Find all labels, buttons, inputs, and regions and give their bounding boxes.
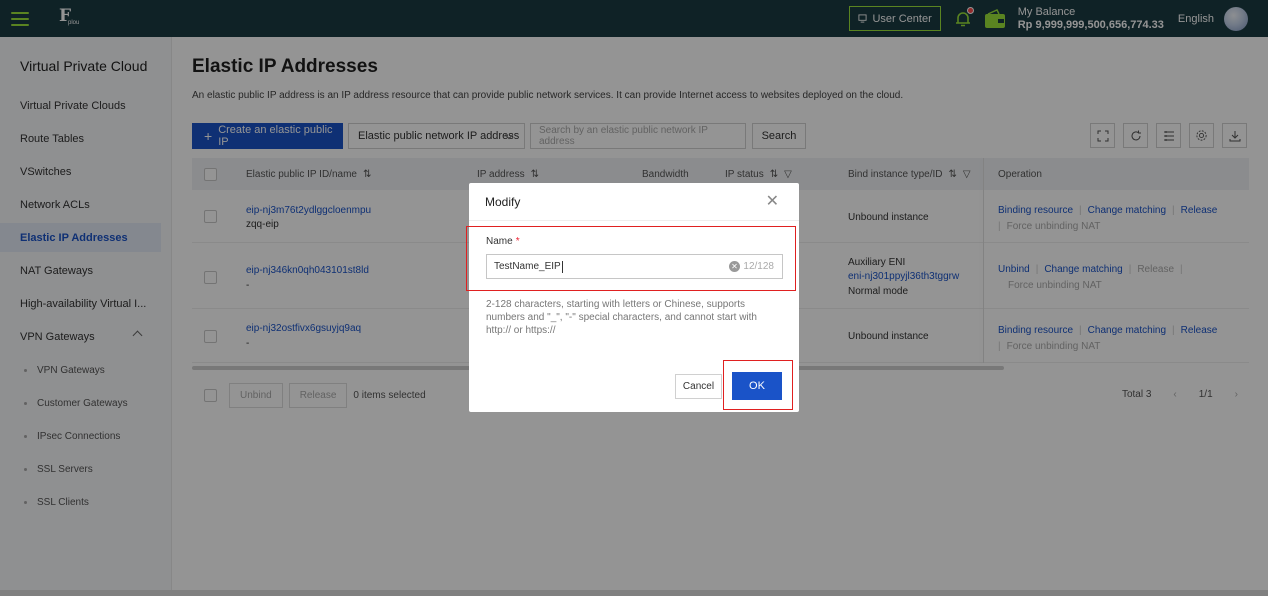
name-field-highlight [466,226,796,291]
dialog-title: Modify [485,194,521,209]
name-hint: 2-128 characters, starting with letters … [486,299,757,336]
cancel-button[interactable]: Cancel [675,374,722,399]
close-icon[interactable]: ✕ [766,194,779,210]
dialog-header: Modify ✕ [469,183,799,221]
ok-button-highlight [723,360,793,410]
